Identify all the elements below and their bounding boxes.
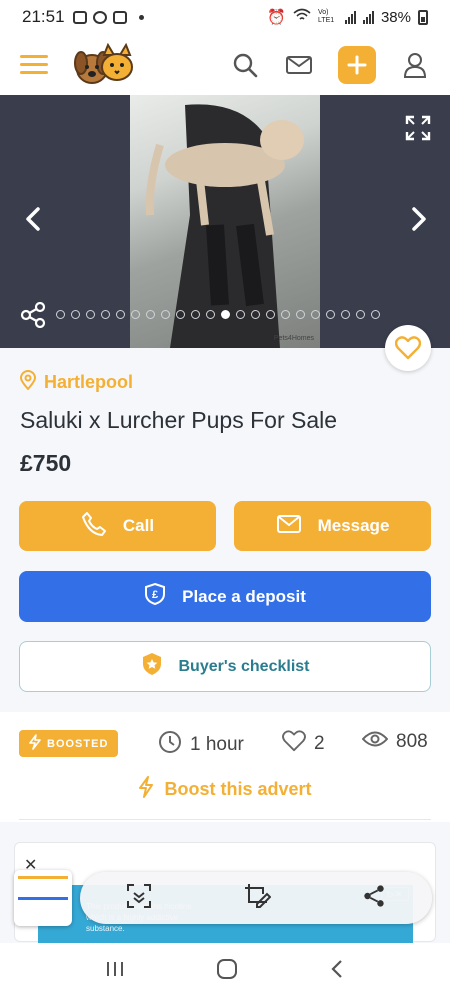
photo-pager[interactable] [56, 310, 380, 319]
network-label: Vo) LTE1 [317, 9, 335, 24]
more-notifications-icon [138, 14, 144, 20]
gallery-notification-icon [72, 10, 87, 24]
boost-link-label: Boost this advert [164, 779, 312, 799]
mail-icon[interactable] [284, 50, 314, 80]
boosted-badge: BOOSTED [19, 730, 119, 757]
checklist-label: Buyer's checklist [178, 657, 310, 675]
heart-icon [282, 730, 306, 758]
pager-dot[interactable] [236, 310, 245, 319]
app-preview-thumbnail[interactable] [14, 870, 72, 926]
back-icon[interactable] [329, 959, 345, 984]
next-photo-icon[interactable] [404, 205, 432, 233]
status-bar: 21:51 ⏰ Vo) LTE1 38% [0, 0, 450, 34]
pager-dot[interactable] [176, 310, 185, 319]
time-ago: 1 hour [190, 734, 244, 755]
shield-pound-icon: £ [144, 582, 166, 611]
pager-dot[interactable] [296, 310, 305, 319]
signal-2-icon [362, 10, 374, 24]
location-pin-icon [19, 370, 37, 395]
floating-toolbar [80, 872, 432, 924]
notification-icons [72, 10, 144, 24]
wifi-icon [293, 8, 311, 26]
listing-stats: BOOSTED 1 hour 2 808 Boost this advert [0, 712, 450, 822]
pager-dot[interactable] [191, 310, 200, 319]
listing-location[interactable]: Hartlepool [19, 370, 134, 395]
pager-dot[interactable] [86, 310, 95, 319]
scroll-capture-icon[interactable] [126, 883, 152, 914]
home-icon[interactable] [216, 958, 238, 985]
pager-dot[interactable] [146, 310, 155, 319]
listing-title: Saluki x Lurcher Pups For Sale [20, 407, 338, 433]
signal-1-icon [344, 10, 356, 24]
posted-time: 1 hour [158, 730, 244, 760]
badge-icon [141, 652, 163, 681]
pager-dot[interactable] [101, 310, 110, 319]
views-value: 808 [396, 731, 428, 752]
pager-dot[interactable] [311, 310, 320, 319]
fullscreen-icon[interactable] [405, 115, 431, 146]
phone-icon [81, 511, 107, 542]
plus-icon[interactable] [338, 45, 376, 84]
pager-dot[interactable] [221, 310, 230, 319]
prev-photo-icon[interactable] [20, 205, 48, 233]
listing-price: £750 [20, 450, 72, 476]
user-icon[interactable] [400, 50, 430, 80]
divider [19, 819, 431, 820]
message-button[interactable]: Message [234, 501, 431, 551]
place-deposit-button[interactable]: £ Place a deposit [19, 571, 431, 622]
pager-dot[interactable] [356, 310, 365, 319]
call-label: Call [122, 516, 155, 535]
recent-apps-icon[interactable] [105, 960, 125, 983]
battery-icon [418, 9, 428, 25]
pager-dot[interactable] [116, 310, 125, 319]
lightning-icon [29, 734, 41, 753]
share-screenshot-icon[interactable] [362, 884, 386, 913]
pets-logo-icon[interactable] [72, 42, 134, 87]
boosted-label: BOOSTED [47, 737, 109, 750]
preview-button-bar [18, 897, 68, 900]
deposit-label: Place a deposit [182, 586, 306, 606]
status-right: ⏰ Vo) LTE1 38% [267, 8, 428, 26]
pager-dot[interactable] [326, 310, 335, 319]
pager-dot[interactable] [161, 310, 170, 319]
pager-dot[interactable] [371, 310, 380, 319]
buyers-checklist-button[interactable]: Buyer's checklist [19, 641, 431, 692]
screen-notification-icon [112, 10, 127, 24]
pager-dot[interactable] [206, 310, 215, 319]
battery-percent: 38% [380, 8, 411, 26]
boost-advert-link[interactable]: Boost this advert [0, 776, 450, 803]
pager-dot[interactable] [56, 310, 65, 319]
menu-icon[interactable] [20, 55, 48, 74]
share-icon[interactable] [20, 301, 46, 333]
pager-dot[interactable] [266, 310, 275, 319]
system-nav-bar [0, 943, 450, 1000]
pager-dot[interactable] [341, 310, 350, 319]
views-count: 808 [361, 730, 428, 754]
photo-watermark: Pets4Homes [273, 335, 314, 342]
crop-edit-icon[interactable] [243, 882, 272, 915]
pager-dot[interactable] [71, 310, 80, 319]
message-label: Message [317, 516, 390, 535]
pager-dot[interactable] [281, 310, 290, 319]
status-time: 21:51 [22, 7, 65, 26]
search-icon[interactable] [230, 50, 260, 80]
svg-text:£: £ [152, 589, 158, 601]
pager-dot[interactable] [131, 310, 140, 319]
location-label: Hartlepool [44, 372, 134, 392]
clock-icon [158, 730, 182, 760]
envelope-icon [276, 514, 302, 539]
likes-value: 2 [314, 733, 325, 754]
favourite-heart-icon[interactable] [385, 325, 431, 371]
pager-dot[interactable] [251, 310, 260, 319]
messenger-notification-icon [92, 10, 107, 24]
preview-header-bar [18, 876, 68, 879]
call-button[interactable]: Call [19, 501, 216, 551]
alarm-icon: ⏰ [267, 9, 286, 26]
lightning-outline-icon [138, 776, 154, 803]
likes-count: 2 [282, 730, 325, 758]
app-header [0, 34, 450, 95]
eye-icon [361, 730, 389, 754]
